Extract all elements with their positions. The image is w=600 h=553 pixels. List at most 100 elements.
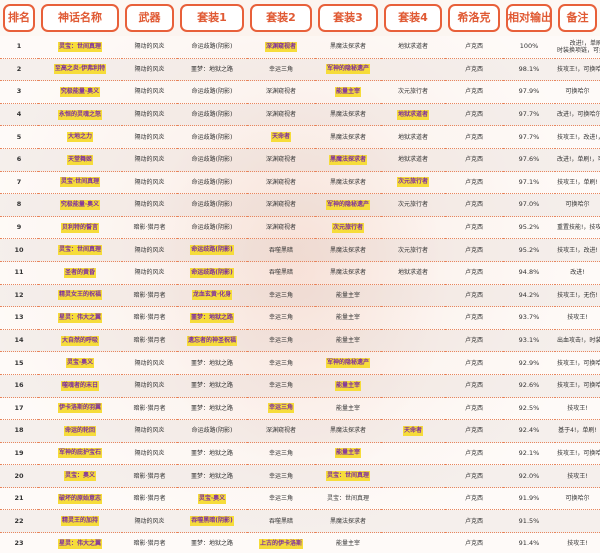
cell-note-text: 改进!，单刷! 时装换项链，可换哈尔 [557, 39, 600, 54]
cell-set4: 天命者 [381, 420, 445, 443]
cell-set1: 命运歧路(阴影) [177, 81, 247, 104]
column-header-label: 排名 [3, 4, 35, 32]
table-row: 13 星灵：伟大之翼 暗影·猎月者 噩梦：地狱之路 幸运三角 能量主宰 卢克西 93.7% 技攻… [0, 307, 600, 330]
cell-siroc-text: 卢克西 [464, 404, 483, 412]
cell-siroc: 卢克西 [445, 148, 503, 172]
cell-set3-text: 黑魔法探求者 [329, 427, 366, 435]
column-header-set2: 套装2 [247, 0, 315, 36]
cell-myth-text: 贝利特的誓言 [60, 222, 99, 233]
cell-output: 98.1% [503, 58, 555, 82]
cell-rank-text: 14 [14, 336, 24, 345]
column-header-myth: 神话名称 [38, 0, 122, 36]
cell-note: 技攻王! [555, 397, 600, 421]
table-row: 15 灵宝·奥义 隔动的风炎 噩梦：地狱之路 幸运三角 军神的隐秘遗产 卢克西 92.9% 技攻… [0, 352, 600, 375]
cell-myth-text: 军神的庇护宝石 [57, 448, 102, 459]
cell-note: 技攻王!，可换哈尔 [555, 374, 600, 398]
cell-siroc: 卢克西 [445, 533, 503, 553]
cell-note: 技攻王! [555, 307, 600, 330]
cell-set1: 噩梦：地狱之路 [177, 442, 247, 466]
cell-siroc: 卢克西 [445, 194, 503, 217]
cell-set2: 幸运三角 [247, 284, 315, 308]
cell-rank-text: 19 [14, 448, 24, 457]
cell-set1-text: 噩梦：地狱之路 [190, 404, 233, 412]
cell-weapon: 暗影·猎月者 [122, 307, 177, 330]
cell-note-text: 可换哈尔 [565, 88, 590, 96]
ranking-sheet: 排名 神话名称 武器 套装1 套装2 套装3 套装4 希洛克 相对输出 备注 1 灵宝：世间真理 隔动… [0, 0, 600, 553]
cell-set2: 幸运三角 [247, 487, 315, 511]
table-row: 20 灵宝：奥义 暗影·猎月者 噩梦：地狱之路 幸运三角 灵宝：世间真理 卢克西 92.0% 技… [0, 465, 600, 488]
cell-note-text: 改进!，可换哈尔 [557, 111, 600, 119]
cell-rank-text: 16 [14, 381, 24, 390]
column-header-label: 套装3 [318, 4, 378, 32]
column-header-label: 套装4 [384, 4, 442, 32]
cell-rank-text: 5 [16, 132, 22, 141]
cell-myth: 大自然的呼吸 [38, 329, 122, 353]
cell-output-text: 93.7% [518, 313, 540, 322]
cell-set3: 能量主宰 [315, 81, 381, 104]
cell-set2-text: 幸运三角 [268, 314, 293, 322]
cell-set3-text: 军神的隐秘遗产 [325, 358, 370, 369]
cell-output-text: 97.1% [518, 177, 540, 186]
cell-set1-text: 噩梦：地狱之路 [190, 382, 233, 390]
cell-siroc: 卢克西 [445, 103, 503, 127]
cell-weapon: 暗影·猎月者 [122, 284, 177, 308]
cell-siroc: 卢克西 [445, 36, 503, 59]
cell-siroc-text: 卢克西 [464, 65, 483, 73]
cell-note-text: 技攻王! [567, 540, 588, 548]
cell-rank: 18 [0, 420, 38, 443]
cell-siroc: 卢克西 [445, 239, 503, 262]
cell-set3: 军神的隐秘遗产 [315, 352, 381, 375]
cell-note-text: 可换哈尔 [565, 495, 590, 503]
column-header-set3: 套装3 [315, 0, 381, 36]
cell-myth: 星灵：伟大之翼 [38, 533, 122, 553]
cell-weapon: 隔动的风炎 [122, 103, 177, 127]
cell-weapon-text: 暗影·猎月者 [133, 540, 166, 548]
cell-rank-text: 15 [14, 358, 24, 367]
cell-set4-text: 次元旅行者 [396, 177, 429, 188]
cell-set4-text: 地狱求道者 [397, 269, 428, 277]
cell-siroc-text: 卢克西 [464, 472, 483, 480]
column-header-label: 备注 [558, 4, 597, 32]
cell-siroc: 卢克西 [445, 126, 503, 149]
cell-myth-text: 星灵：伟大之翼 [57, 538, 102, 549]
cell-weapon-text: 隔动的风炎 [134, 359, 165, 367]
cell-set3-text: 能量主宰 [335, 337, 360, 345]
cell-set2-text: 吞噬黑暗 [268, 246, 293, 254]
cell-note: 技攻王!，改进! [555, 239, 600, 262]
cell-siroc-text: 卢克西 [464, 495, 483, 503]
cell-myth-text: 圣者的黄昏 [63, 267, 96, 278]
cell-set4-text: 地狱求道者 [397, 43, 428, 51]
cell-set1: 噩梦：地狱之路 [177, 397, 247, 421]
cell-set1-text: 命运歧路(阴影) [191, 178, 233, 186]
cell-output-text: 97.7% [518, 132, 540, 141]
cell-myth: 天堂舞姬 [38, 148, 122, 172]
cell-set3-text: 黑魔法探求者 [329, 111, 366, 119]
cell-set2: 深渊窥视者 [247, 216, 315, 240]
cell-output: 91.5% [503, 510, 555, 534]
cell-set3-text: 灵宝：世间真理 [326, 495, 369, 503]
cell-set1: 命运歧路(阴影) [177, 103, 247, 127]
cell-siroc: 卢克西 [445, 81, 503, 104]
cell-rank-text: 13 [14, 313, 24, 322]
cell-set3: 黑魔法探求者 [315, 239, 381, 262]
cell-rank: 17 [0, 397, 38, 421]
cell-set2: 深渊窥视者 [247, 171, 315, 195]
cell-weapon-text: 暗影·猎月者 [133, 291, 166, 299]
cell-set3: 次元旅行者 [315, 216, 381, 240]
cell-set2-text: 深渊窥视者 [265, 111, 296, 119]
cell-set1-text: 命运歧路(阴影) [190, 267, 234, 278]
cell-set2-text: 深渊窥视者 [265, 427, 296, 435]
cell-output: 100% [503, 36, 555, 59]
cell-myth-text: 灵宝·奥义 [65, 358, 95, 369]
cell-set3-text: 黑魔法探求者 [329, 517, 366, 525]
cell-set4 [381, 374, 445, 398]
cell-note: 出血攻击!，时装换项链 [555, 329, 600, 353]
cell-output-text: 91.5% [518, 516, 540, 525]
cell-set2: 天命者 [247, 126, 315, 149]
cell-set3-text: 黑魔法探求者 [329, 133, 366, 141]
cell-set2-text: 深渊窥视者 [265, 88, 296, 96]
cell-myth: 究极能量·奥义 [38, 194, 122, 217]
cell-myth: 圣者的黄昏 [38, 261, 122, 285]
cell-set2: 深渊窥视者 [247, 194, 315, 217]
table-row: 23 星灵：伟大之翼 暗影·猎月者 噩梦：地狱之路 上古的伊卡洛斯 能量主宰 卢克西 91.4… [0, 533, 600, 553]
